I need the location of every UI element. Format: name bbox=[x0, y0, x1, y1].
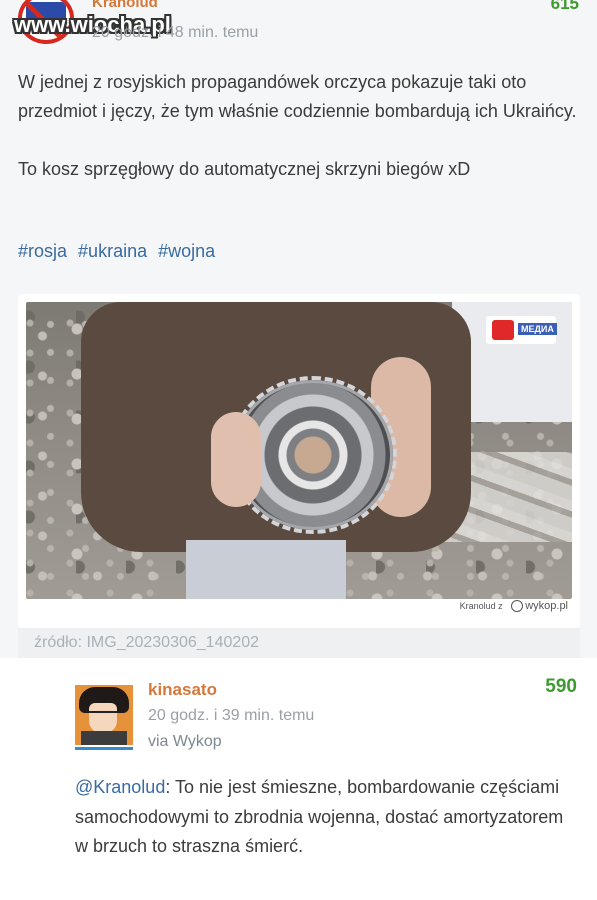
comment-author[interactable]: kinasato bbox=[148, 680, 217, 700]
post-tags: #rosja #ukraina #wojna bbox=[18, 241, 221, 262]
source-bar: źródło: IMG_20230306_140202 bbox=[18, 628, 580, 658]
comment-body: @Kranolud: To nie jest śmieszne, bombard… bbox=[75, 773, 575, 862]
post-image-card: МЕДИА Kranolud z wykop.pl bbox=[18, 294, 580, 628]
post-author[interactable]: Kranolud bbox=[92, 0, 158, 11]
image-credit: Kranolud z wykop.pl bbox=[459, 600, 568, 613]
mention-link[interactable]: @Kranolud bbox=[75, 777, 165, 797]
media-badge: МЕДИА bbox=[486, 316, 557, 344]
comment-entry: kinasato 590 20 godz. i 39 min. temu via… bbox=[0, 658, 597, 900]
post-votes: 615 bbox=[550, 0, 579, 13]
post-body: W jednej z rosyjskich propagandówek orcz… bbox=[18, 68, 578, 213]
post-time: 20 godz. i 48 min. temu bbox=[92, 24, 259, 41]
image-source[interactable]: źródło: IMG_20230306_140202 bbox=[34, 634, 259, 652]
post-paragraph: To kosz sprzęgłowy do automatycznej skrz… bbox=[18, 159, 471, 179]
wykop-logo-icon bbox=[511, 600, 524, 613]
avatar[interactable] bbox=[75, 685, 133, 745]
tag-link[interactable]: #wojna bbox=[158, 241, 215, 261]
post-paragraph: W jednej z rosyjskich propagandówek orcz… bbox=[18, 72, 577, 121]
comment-time: 20 godz. i 39 min. temu bbox=[148, 707, 315, 724]
tag-link[interactable]: #ukraina bbox=[78, 241, 147, 261]
media-logo-icon bbox=[492, 320, 514, 340]
avatar-gender-bar bbox=[75, 747, 133, 750]
comment-votes: 590 bbox=[545, 676, 577, 697]
post-image[interactable]: МЕДИА bbox=[26, 302, 572, 599]
tag-link[interactable]: #rosja bbox=[18, 241, 67, 261]
comment-via: via Wykop bbox=[148, 733, 222, 750]
